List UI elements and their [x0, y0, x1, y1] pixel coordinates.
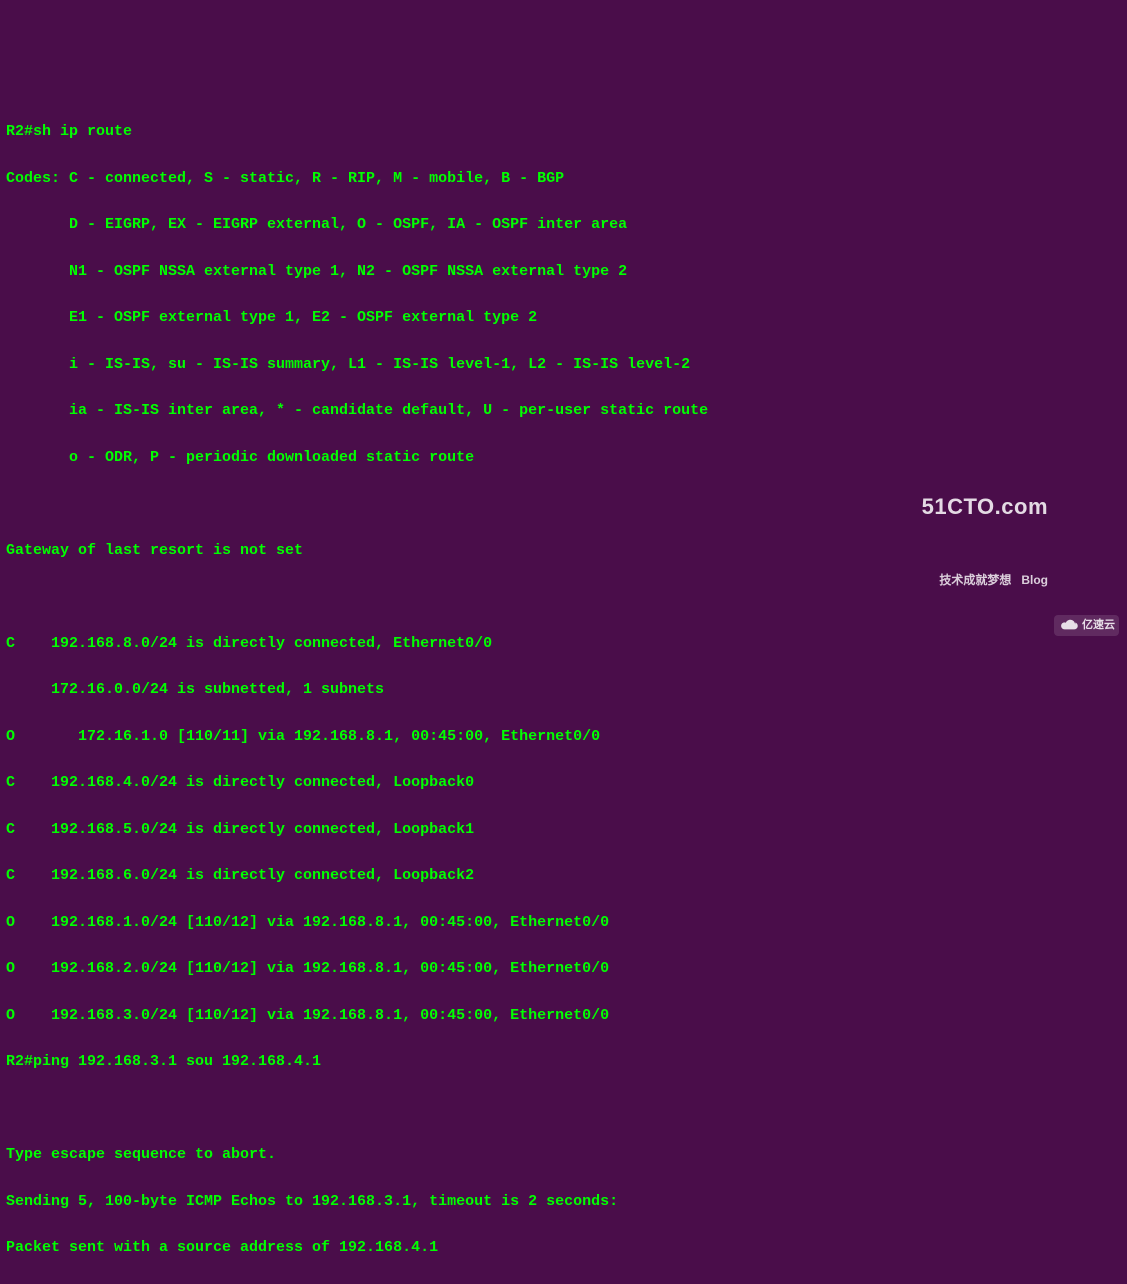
route-entry: O 192.168.3.0/24 [110/12] via 192.168.8.…	[6, 1004, 1121, 1027]
terminal-line: Codes: C - connected, S - static, R - RI…	[6, 167, 1121, 190]
terminal-blank-line	[6, 1097, 1121, 1120]
terminal-line: Sending 5, 100-byte ICMP Echos to 192.16…	[6, 1190, 1121, 1213]
watermark-brand: 51CTO.com	[922, 490, 1048, 524]
watermark-51cto: 51CTO.com 技术成就梦想 Blog	[922, 444, 1048, 636]
route-entry: O 192.168.1.0/24 [110/12] via 192.168.8.…	[6, 911, 1121, 934]
terminal-line: N1 - OSPF NSSA external type 1, N2 - OSP…	[6, 260, 1121, 283]
terminal-line: Packet sent with a source address of 192…	[6, 1236, 1121, 1259]
route-entry: O 192.168.2.0/24 [110/12] via 192.168.8.…	[6, 957, 1121, 980]
route-entry: O 172.16.1.0 [110/11] via 192.168.8.1, 0…	[6, 725, 1121, 748]
terminal-line: i - IS-IS, su - IS-IS summary, L1 - IS-I…	[6, 353, 1121, 376]
watermark-yisu: 亿速云	[1054, 615, 1119, 636]
terminal-window[interactable]: R2#sh ip route Codes: C - connected, S -…	[6, 97, 1121, 1284]
cloud-icon	[1058, 618, 1080, 632]
watermark-cloud-text: 亿速云	[1082, 617, 1115, 634]
watermark-subtext: 技术成就梦想 Blog	[922, 571, 1048, 590]
terminal-line: Type escape sequence to abort.	[6, 1143, 1121, 1166]
route-entry: C 192.168.6.0/24 is directly connected, …	[6, 864, 1121, 887]
terminal-line: D - EIGRP, EX - EIGRP external, O - OSPF…	[6, 213, 1121, 236]
terminal-line: R2#sh ip route	[6, 120, 1121, 143]
terminal-line: R2#ping 192.168.3.1 sou 192.168.4.1	[6, 1050, 1121, 1073]
route-entry: C 192.168.5.0/24 is directly connected, …	[6, 818, 1121, 841]
terminal-line: ia - IS-IS inter area, * - candidate def…	[6, 399, 1121, 422]
route-entry: 172.16.0.0/24 is subnetted, 1 subnets	[6, 678, 1121, 701]
terminal-line: E1 - OSPF external type 1, E2 - OSPF ext…	[6, 306, 1121, 329]
watermark-group: 51CTO.com 技术成就梦想 Blog 亿速云	[922, 444, 1119, 636]
terminal-line: !!!!!	[6, 1283, 1121, 1284]
route-entry: C 192.168.4.0/24 is directly connected, …	[6, 771, 1121, 794]
